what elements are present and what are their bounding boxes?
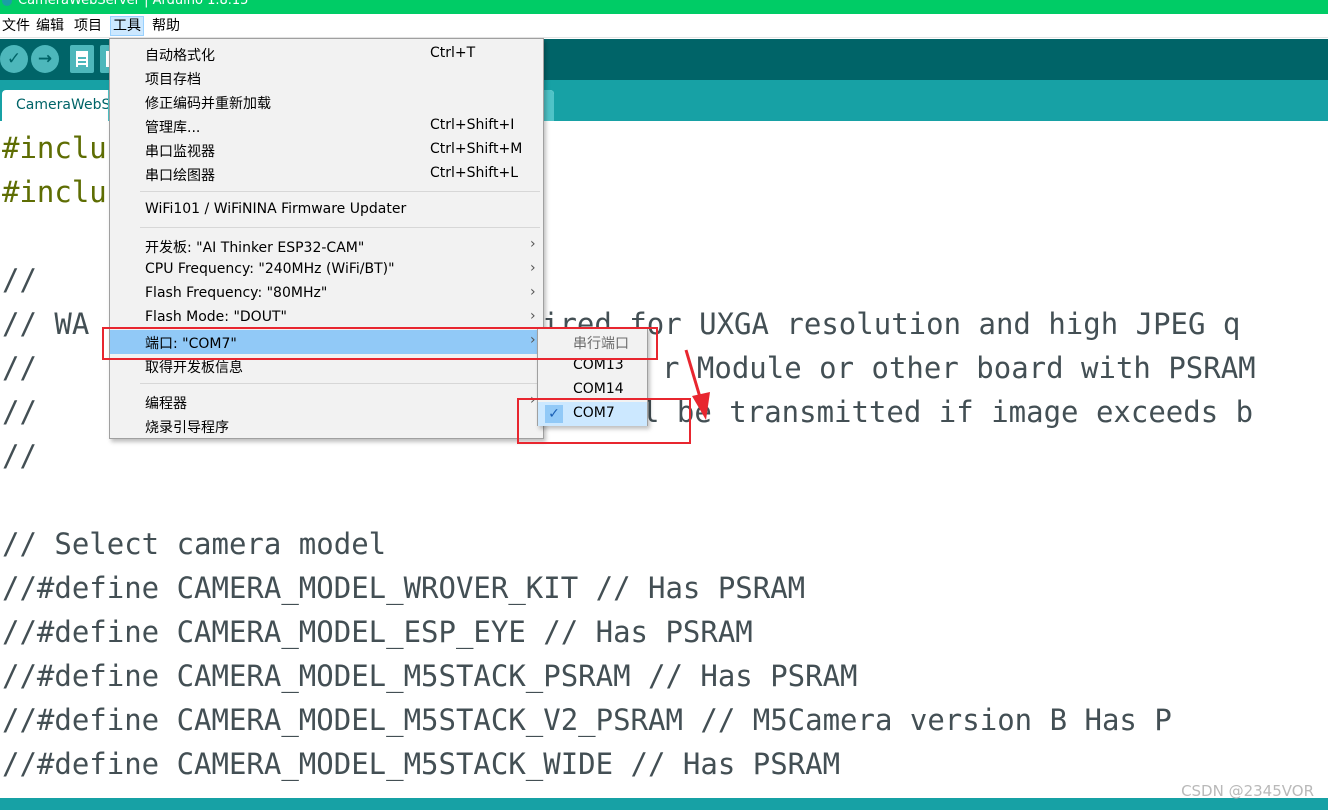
watermark: CSDN @2345VOR xyxy=(1181,782,1314,800)
code-line: //#define CAMERA_MODEL_WROVER_KIT // Has… xyxy=(2,571,806,605)
code-line: // Select camera model xyxy=(2,527,387,561)
menu-item-shortcut: Ctrl+Shift+I xyxy=(430,117,515,133)
upload-button[interactable]: → xyxy=(31,45,59,73)
menu-item-label: Flash Mode: "DOUT" xyxy=(145,309,287,325)
menu-edit[interactable]: 编辑 xyxy=(34,16,66,36)
code-line: #inclu xyxy=(2,131,107,165)
title-bar: CameraWebServer | Arduino 1.8.15 xyxy=(0,0,1328,14)
menu-item-label: 项目存档 xyxy=(145,72,201,88)
status-strip xyxy=(0,798,1328,810)
code-line: // xyxy=(2,395,37,429)
menu-item-shortcut: Ctrl+Shift+L xyxy=(430,165,518,181)
menu-item-serial-plotter[interactable]: 串口绘图器 Ctrl+Shift+L xyxy=(110,162,543,186)
code-fragment: r Module or other board with PSRAM xyxy=(662,351,1256,385)
menu-separator xyxy=(140,227,540,228)
menubar: 文件 编辑 项目 工具 帮助 xyxy=(0,14,1328,38)
code-line: // xyxy=(2,351,37,385)
menu-item-label: 自动格式化 xyxy=(145,48,215,64)
menu-item-auto-format[interactable]: 自动格式化 Ctrl+T xyxy=(110,42,543,66)
menu-item-shortcut: Ctrl+T xyxy=(430,45,476,61)
menu-item-label: 串口监视器 xyxy=(145,144,215,160)
verify-button[interactable]: ✓ xyxy=(0,45,28,73)
tab-label: CameraWebS xyxy=(16,97,111,113)
menu-item-shortcut: Ctrl+Shift+M xyxy=(430,141,523,157)
menu-sketch[interactable]: 项目 xyxy=(72,16,104,36)
tools-menu: 自动格式化 Ctrl+T 项目存档 修正编码并重新加载 管理库... Ctrl+… xyxy=(109,38,544,439)
menu-item-programmer[interactable]: 编程器 › xyxy=(110,390,543,414)
port-label: COM14 xyxy=(573,381,624,397)
menu-file[interactable]: 文件 xyxy=(0,16,32,36)
menu-item-board[interactable]: 开发板: "AI Thinker ESP32-CAM" › xyxy=(110,234,543,258)
arduino-app-icon xyxy=(2,0,12,6)
menu-item-label: WiFi101 / WiFiNINA Firmware Updater xyxy=(145,201,407,217)
code-line: //#define CAMERA_MODEL_ESP_EYE // Has PS… xyxy=(2,615,753,649)
code-line: //#define CAMERA_MODEL_M5STACK_WIDE // H… xyxy=(2,747,841,781)
annotation-box-port xyxy=(102,327,658,360)
menu-item-archive-sketch[interactable]: 项目存档 xyxy=(110,66,543,90)
code-line: //#define CAMERA_MODEL_M5STACK_V2_PSRAM … xyxy=(2,703,1172,737)
menu-item-label: 开发板: "AI Thinker ESP32-CAM" xyxy=(145,240,365,256)
menu-item-label: 编程器 xyxy=(145,396,187,412)
new-sketch-button[interactable] xyxy=(70,45,94,73)
menu-item-firmware-updater[interactable]: WiFi101 / WiFiNINA Firmware Updater xyxy=(110,198,543,222)
submenu-arrow-icon: › xyxy=(530,284,536,300)
menu-item-label: 烧录引导程序 xyxy=(145,420,229,436)
menu-item-flash-frequency[interactable]: Flash Frequency: "80MHz" › xyxy=(110,282,543,306)
code-line: // xyxy=(2,263,37,297)
menu-separator xyxy=(140,191,540,192)
window-title: CameraWebServer | Arduino 1.8.15 xyxy=(18,0,249,8)
menu-item-label: 串口绘图器 xyxy=(145,168,215,184)
menu-tools[interactable]: 工具 xyxy=(110,16,144,36)
submenu-arrow-icon: › xyxy=(530,236,536,252)
menu-item-label: Flash Frequency: "80MHz" xyxy=(145,285,328,301)
code-line: // WA xyxy=(2,307,90,341)
annotation-arrow-icon xyxy=(684,349,710,420)
menu-item-label: CPU Frequency: "240MHz (WiFi/BT)" xyxy=(145,261,395,277)
code-line: //#define CAMERA_MODEL_M5STACK_PSRAM // … xyxy=(2,659,858,693)
menu-item-label: 取得开发板信息 xyxy=(145,360,243,376)
code-line: #inclu xyxy=(2,175,107,209)
code-line: // xyxy=(2,439,37,473)
menu-separator xyxy=(140,383,540,384)
code-fragment: l be transmitted if image exceeds b xyxy=(642,395,1254,429)
menu-item-serial-monitor[interactable]: 串口监视器 Ctrl+Shift+M xyxy=(110,138,543,162)
menu-item-manage-libraries[interactable]: 管理库... Ctrl+Shift+I xyxy=(110,114,543,138)
menu-item-cpu-frequency[interactable]: CPU Frequency: "240MHz (WiFi/BT)" › xyxy=(110,258,543,282)
menu-item-fix-encoding[interactable]: 修正编码并重新加载 xyxy=(110,90,543,114)
menu-item-label: 修正编码并重新加载 xyxy=(145,96,271,112)
submenu-arrow-icon: › xyxy=(530,260,536,276)
annotation-box-com7 xyxy=(517,398,691,444)
menu-item-label: 管理库... xyxy=(145,120,201,136)
submenu-arrow-icon: › xyxy=(530,308,536,324)
menu-help[interactable]: 帮助 xyxy=(150,16,182,36)
menu-item-burn-bootloader[interactable]: 烧录引导程序 xyxy=(110,414,543,438)
